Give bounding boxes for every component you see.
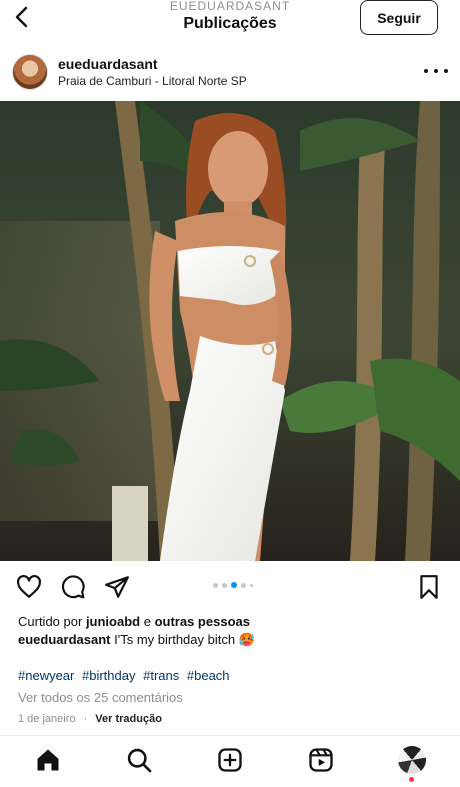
post-image [0,101,460,561]
post-date: 1 de janeiro [18,713,76,725]
home-icon[interactable] [34,746,62,774]
caption-username[interactable]: eueduardasant [18,632,110,647]
more-horizontal-icon[interactable] [424,63,448,79]
bookmark-icon[interactable] [416,574,442,600]
post-meta: 1 de janeiro · Ver tradução [18,713,162,725]
profile-avatar-nav[interactable] [398,746,426,774]
carousel-dot [222,582,227,588]
hashtag-link[interactable]: #birthday [82,668,135,683]
hashtags: #newyear #birthday #trans #beach [18,668,234,683]
follow-button[interactable]: Seguir [360,0,438,35]
view-comments-link[interactable]: Ver todos os 25 comentários [18,690,183,705]
caption-text: I'Ts my birthday bitch 🥵 [114,632,255,647]
comment-icon[interactable] [60,574,86,600]
carousel-indicator [213,582,253,588]
carousel-dot [250,583,253,587]
carousel-dot [213,582,218,588]
post-username[interactable]: eueduardasant [58,56,158,72]
translate-link[interactable]: Ver tradução [95,713,162,725]
post-location[interactable]: Praia de Camburi - Litoral Norte SP [58,74,247,88]
send-icon[interactable] [104,574,130,600]
notification-dot [409,777,414,782]
search-icon[interactable] [125,746,153,774]
top-header: EUEDUARDASANT Publicações Seguir [0,0,460,40]
meta-separator: · [83,713,88,725]
avatar[interactable] [12,54,48,90]
plus-square-icon[interactable] [216,746,244,774]
liked-by-joiner: e [143,614,151,629]
caption: eueduardasant I'Ts my birthday bitch 🥵 [18,632,448,648]
post-photo[interactable] [0,101,460,561]
instagram-post-screen: EUEDUARDASANT Publicações Seguir eueduar… [0,0,460,787]
heart-icon[interactable] [16,574,42,600]
carousel-dot [241,582,246,588]
liked-by-prefix: Curtido por [18,614,83,629]
bottom-nav [0,735,460,787]
reels-icon[interactable] [307,746,335,774]
hashtag-link[interactable]: #beach [187,668,230,683]
liked-by-user[interactable]: junioabd [86,614,140,629]
carousel-dot-active [231,582,237,588]
hashtag-link[interactable]: #newyear [18,668,74,683]
liked-by-others[interactable]: outras pessoas [155,614,250,629]
hashtag-link[interactable]: #trans [143,668,179,683]
post-header: eueduardasant Praia de Camburi - Litoral… [0,44,460,100]
likes-line[interactable]: Curtido por junioabd e outras pessoas [18,614,250,629]
